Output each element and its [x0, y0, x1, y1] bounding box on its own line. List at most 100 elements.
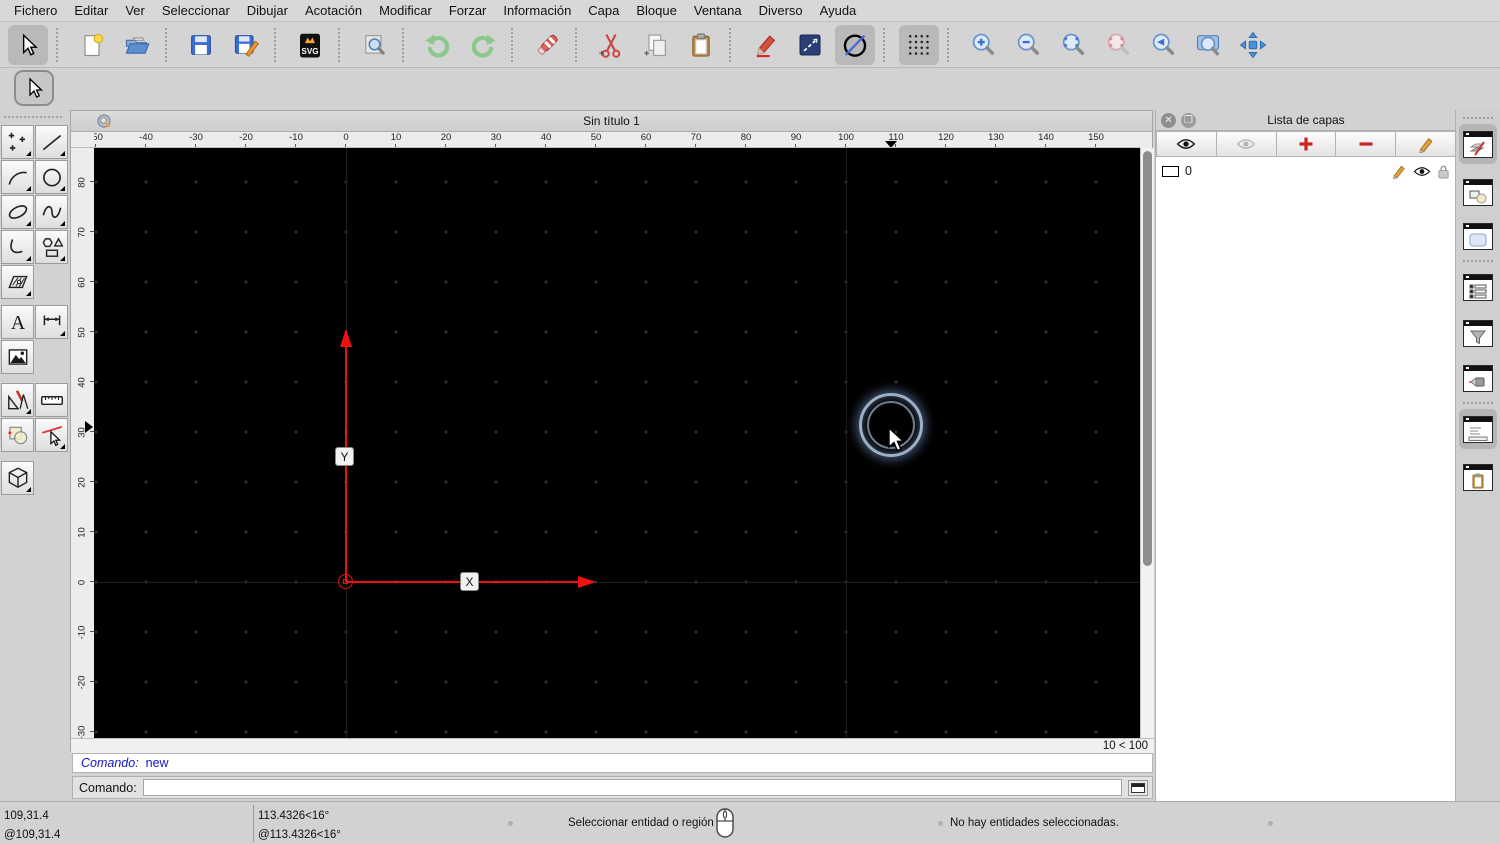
plus-icon [1299, 137, 1313, 151]
ruler-label: 70 [71, 207, 94, 257]
dimension-tool-button[interactable] [35, 305, 68, 339]
menu-item[interactable]: Forzar [449, 3, 487, 18]
image-tool-button[interactable] [1, 340, 34, 374]
ruler-label: -40 [121, 132, 171, 147]
remove-layer-button[interactable] [1336, 131, 1397, 157]
layers-panel-icon [1463, 130, 1493, 158]
zoom-auto-button[interactable] [1053, 25, 1093, 65]
add-layer-button[interactable] [1276, 131, 1337, 157]
overlap-shapes-icon [7, 426, 27, 445]
zoom-in-button[interactable] [963, 25, 1003, 65]
property-list-panel-button[interactable] [1459, 267, 1497, 307]
draft-mode-button[interactable] [835, 24, 875, 65]
save-button[interactable] [181, 25, 221, 65]
command-line-panel-button[interactable] [1459, 409, 1497, 449]
layer-color-swatch[interactable] [1162, 165, 1179, 177]
toolbar-separator [947, 27, 955, 62]
ruler-label: 70 [671, 132, 721, 147]
menu-item[interactable]: Ventana [694, 3, 742, 18]
grid-toggle-button[interactable] [899, 24, 939, 65]
zoom-window-button[interactable] [1188, 25, 1228, 65]
arc-tool-button[interactable] [1, 160, 34, 194]
lock-icon[interactable] [1437, 164, 1450, 179]
redo-button[interactable] [463, 25, 503, 65]
save-as-button[interactable] [226, 25, 266, 65]
palette-select-button[interactable] [14, 70, 54, 106]
menu-item[interactable]: Modificar [379, 3, 432, 18]
palette-drag-handle[interactable] [4, 116, 62, 118]
strip-drag-handle[interactable] [1463, 117, 1493, 119]
paste-button[interactable] [681, 25, 721, 65]
layer-row[interactable]: 0 [1156, 160, 1456, 182]
ellipse-tool-button[interactable] [1, 195, 34, 229]
menu-item[interactable]: Información [503, 3, 571, 18]
ruler-label: -50 [94, 132, 121, 147]
hide-all-layers-button[interactable] [1216, 131, 1277, 157]
points-tool-button[interactable] [1, 125, 34, 159]
cut-button[interactable] [591, 25, 631, 65]
layer-list-panel-button[interactable] [1459, 124, 1497, 164]
zoom-previous-icon [1152, 33, 1175, 55]
text-tool-button[interactable]: A [1, 305, 34, 339]
hatch-tool-button[interactable] [1, 265, 34, 299]
command-input[interactable] [142, 779, 1122, 796]
menu-item[interactable]: Ayuda [820, 3, 857, 18]
scrollbar-thumb[interactable] [1143, 151, 1152, 566]
menu-item[interactable]: Capa [588, 3, 619, 18]
spline-tool-button[interactable] [35, 195, 68, 229]
menu-item[interactable]: Ver [125, 3, 145, 18]
show-all-layers-button[interactable] [1156, 131, 1217, 157]
line-settings-button[interactable] [790, 25, 830, 65]
delete-button[interactable] [527, 25, 567, 65]
detach-command-line-button[interactable] [1128, 779, 1148, 796]
menu-bar: Fichero Editar Ver Seleccionar Dibujar Acotac… [0, 0, 1500, 22]
line-tool-button[interactable] [35, 125, 68, 159]
zoom-selection-button[interactable] [1098, 25, 1138, 65]
svg-export-button[interactable]: SVG [290, 25, 330, 65]
vertical-ruler: 9080706050403020100-10-20-30 [71, 148, 94, 738]
zoom-out-button[interactable] [1008, 25, 1048, 65]
select-arrow-button[interactable] [8, 24, 48, 65]
undo-button[interactable] [418, 25, 458, 65]
svg-text:SVG: SVG [301, 46, 318, 55]
open-file-button[interactable] [117, 25, 157, 65]
ruler-label: 0 [71, 557, 94, 607]
spotlight-panel-button[interactable] [1459, 358, 1497, 398]
clipboard-panel-button[interactable] [1459, 457, 1497, 497]
measure-tool-button[interactable] [35, 383, 68, 417]
box3d-tool-button[interactable] [1, 461, 34, 495]
menu-item[interactable]: Fichero [14, 3, 57, 18]
menu-item[interactable]: Bloque [636, 3, 676, 18]
menu-item[interactable]: Editar [74, 3, 108, 18]
selection-filter-panel-button[interactable] [1459, 313, 1497, 353]
circle-tool-button[interactable] [35, 160, 68, 194]
menu-item[interactable]: Diverso [759, 3, 803, 18]
menu-item[interactable]: Acotación [305, 3, 362, 18]
vertical-scrollbar[interactable] [1140, 148, 1154, 738]
zoom-previous-button[interactable] [1143, 25, 1183, 65]
document-title-bar[interactable]: Sin título 1 [71, 111, 1152, 132]
menu-item[interactable]: Seleccionar [162, 3, 230, 18]
block-list-panel-button[interactable] [1459, 172, 1497, 212]
svg-text:A: A [10, 313, 24, 334]
menu-item[interactable]: Dibujar [247, 3, 288, 18]
modify-tool-button[interactable] [1, 418, 34, 452]
zoom-auto-icon [1062, 33, 1085, 55]
shapes-tool-button[interactable] [35, 230, 68, 264]
select-entity-tool-button[interactable] [35, 418, 68, 452]
cad-tools-button[interactable] [1, 383, 34, 417]
library-browser-panel-button[interactable] [1459, 216, 1497, 256]
y-axis-arrow [340, 329, 352, 347]
polyline-tool-button[interactable] [1, 230, 34, 264]
edit-layer-button[interactable] [1396, 131, 1456, 157]
copy-icon [644, 34, 666, 56]
print-preview-button[interactable] [354, 25, 394, 65]
visibility-eye-icon[interactable] [1413, 165, 1431, 178]
attributes-button[interactable] [745, 25, 785, 65]
edit-pencil-icon[interactable] [1391, 163, 1407, 179]
drawing-canvas[interactable]: Y X [94, 148, 1140, 738]
filter-panel-icon [1463, 319, 1493, 347]
zoom-pan-button[interactable] [1233, 25, 1273, 65]
new-document-button[interactable] [72, 25, 112, 65]
copy-button[interactable] [636, 25, 676, 65]
